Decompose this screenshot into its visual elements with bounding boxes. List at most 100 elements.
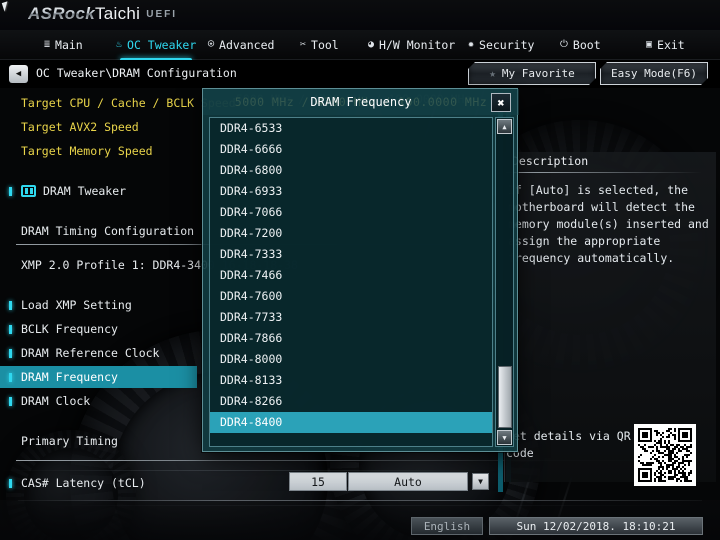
qr-help-text: Get details via QR code — [506, 429, 631, 460]
dialog-title: DRAM Frequency — [203, 89, 519, 115]
my-favorite-label: My Favorite — [501, 67, 575, 80]
dram-frequency-option[interactable]: DDR4-8133 — [210, 370, 492, 391]
setting-row-label: Primary Timing — [21, 434, 118, 448]
dram-frequency-option[interactable]: DDR4-8000 — [210, 349, 492, 370]
section-divider — [16, 460, 482, 461]
nav-tab-label: Exit — [657, 38, 685, 52]
shield-icon: ✹ — [468, 39, 475, 50]
nav-tab-advanced[interactable]: ⍟ Advanced — [204, 30, 278, 60]
dram-frequency-option-list[interactable]: DDR4-6533 DDR4-6666 DDR4-6800 DDR4-6933 DDR4… — [209, 117, 493, 447]
dram-frequency-dialog: 5000 MHz / 4700 MHz / 100.0000 MHz DRAM … — [202, 88, 519, 452]
app-header: ASRockTaichi UEFI — [0, 0, 720, 30]
setting-row-dram-timing-configuration: DRAM Timing Configuration — [0, 220, 194, 242]
close-icon: ✖ — [497, 95, 505, 110]
nav-tab-label: Boot — [572, 38, 601, 52]
dram-frequency-option[interactable]: DDR4-6933 — [210, 181, 492, 202]
setting-row-dram-tweaker[interactable]: DRAM Tweaker — [0, 180, 126, 202]
brand-logo: ASRockTaichi UEFI — [28, 4, 177, 24]
exit-icon: ▣ — [646, 39, 653, 50]
bullet-marker-icon — [9, 324, 12, 334]
scrollbar-thumb[interactable] — [498, 366, 512, 428]
bullet-marker-icon — [9, 300, 12, 310]
gauge-icon: ◕ — [368, 39, 375, 50]
scroll-down-button[interactable]: ▼ — [497, 430, 512, 445]
brand-model-text: Taichi — [95, 4, 141, 23]
nav-tab-exit[interactable]: ▣ Exit — [642, 30, 689, 60]
setting-row-dram-clock[interactable]: DRAM Clock — [0, 390, 90, 412]
dialog-close-button[interactable]: ✖ — [491, 93, 511, 112]
dram-frequency-option[interactable]: DDR4-7733 — [210, 307, 492, 328]
tools-icon: ✂ — [300, 39, 307, 50]
chevron-down-icon: ▼ — [478, 477, 483, 486]
star-arrow-icon: ⍟ — [208, 39, 215, 50]
dram-frequency-option[interactable]: DDR4-7866 — [210, 328, 492, 349]
cas-latency-value[interactable]: 15 — [289, 472, 347, 491]
easy-mode-label: Easy Mode(F6) — [610, 67, 698, 80]
nav-tab-label: Security — [479, 38, 535, 52]
nav-tab-tool[interactable]: ✂ Tool — [296, 30, 343, 60]
scroll-up-button[interactable]: ▲ — [497, 119, 512, 134]
brand-uefi-text: UEFI — [146, 9, 178, 20]
setting-row-target-cpu-cache-bclk-speed: Target CPU / Cache / BCLK Speed — [0, 92, 236, 114]
dram-frequency-option[interactable]: DDR4-6533 — [210, 118, 492, 139]
bullet-marker-icon — [9, 348, 12, 358]
setting-row-label: CAS# Latency (tCL) — [21, 476, 146, 490]
nav-tab-label: Advanced — [219, 38, 275, 52]
nav-tab-security[interactable]: ✹ Security — [464, 30, 538, 60]
flame-icon: ♨ — [116, 39, 123, 50]
setting-row-label: BCLK Frequency — [21, 322, 118, 336]
dialog-scrollbar[interactable]: ▲ ▼ — [495, 117, 514, 447]
bullet-marker-icon — [9, 478, 12, 488]
dram-frequency-option[interactable]: DDR4-7066 — [210, 202, 492, 223]
bullet-marker-icon — [9, 372, 12, 382]
cas-latency-dropdown-icon[interactable]: ▼ — [472, 473, 489, 490]
back-button[interactable]: ◀ — [9, 65, 28, 83]
setting-row-label: DRAM Clock — [21, 394, 91, 408]
language-button[interactable]: English — [411, 517, 483, 535]
setting-row-label: Target Memory Speed — [21, 144, 153, 158]
nav-tab-oc-tweaker[interactable]: ♨ OC Tweaker — [112, 30, 200, 61]
dram-frequency-option[interactable]: DDR4-7333 — [210, 244, 492, 265]
setting-row-label: DRAM Timing Configuration — [21, 224, 195, 238]
nav-tab-main[interactable]: ≣ Main — [40, 30, 87, 60]
dram-frequency-option[interactable]: DDR4-6666 — [210, 139, 492, 160]
setting-row-label: Target AVX2 Speed — [21, 120, 139, 134]
dram-frequency-option[interactable]: DDR4-8400 — [210, 412, 492, 433]
setting-row-label: DRAM Tweaker — [43, 184, 127, 198]
nav-tab-label: OC Tweaker — [127, 38, 197, 52]
nav-tab-label: H/W Monitor — [379, 38, 456, 52]
nav-tab-label: Tool — [311, 38, 339, 52]
list-icon: ≣ — [44, 39, 51, 50]
brand-asrock-text: ASRock — [28, 4, 95, 23]
bullet-marker-icon — [9, 186, 12, 196]
bullet-marker-icon — [9, 396, 12, 406]
power-icon: ⏻ — [560, 39, 568, 50]
star-icon: ★ — [489, 67, 496, 80]
description-body: If [Auto] is selected, the motherboard w… — [508, 183, 709, 265]
setting-row-label: Load XMP Setting — [21, 298, 132, 312]
setting-row-cas-latency-tcl[interactable]: CAS# Latency (tCL) — [0, 472, 146, 494]
triangle-down-icon: ▼ — [502, 433, 507, 442]
setting-row-load-xmp-setting[interactable]: Load XMP Setting — [0, 294, 132, 316]
nav-tab-label: Main — [55, 38, 83, 52]
dram-frequency-option[interactable]: DDR4-7600 — [210, 286, 492, 307]
setting-row-label: DRAM Reference Clock — [21, 346, 160, 360]
setting-row-target-memory-speed: Target Memory Speed — [0, 140, 153, 162]
setting-row-dram-frequency[interactable]: DRAM Frequency — [0, 366, 197, 388]
dram-frequency-option[interactable]: DDR4-7200 — [210, 223, 492, 244]
dram-frequency-option[interactable]: DDR4-6800 — [210, 160, 492, 181]
setting-row-target-avx2-speed: Target AVX2 Speed — [0, 116, 139, 138]
dram-frequency-option[interactable]: DDR4-7466 — [210, 265, 492, 286]
nav-tab-boot[interactable]: ⏻ Boot — [556, 30, 605, 60]
setting-row-dram-reference-clock[interactable]: DRAM Reference Clock — [0, 342, 159, 364]
dram-frequency-option[interactable]: DDR4-8266 — [210, 391, 492, 412]
my-favorite-button[interactable]: ★ My Favorite — [468, 62, 596, 85]
bios-screen: ASRockTaichi UEFI ≣ Main ♨ OC Tweaker ⍟ Advanc… — [0, 0, 720, 540]
easy-mode-button[interactable]: Easy Mode(F6) — [600, 62, 708, 85]
back-arrow-icon: ◀ — [15, 69, 22, 79]
nav-tab-h-w-monitor[interactable]: ◕ H/W Monitor — [364, 30, 459, 60]
dram-tweaker-icon — [21, 185, 36, 197]
setting-row-bclk-frequency[interactable]: BCLK Frequency — [0, 318, 118, 340]
cas-latency-mode[interactable]: Auto — [348, 472, 468, 491]
datetime-display: Sun 12/02/2018. 18:10:21 — [489, 517, 703, 535]
